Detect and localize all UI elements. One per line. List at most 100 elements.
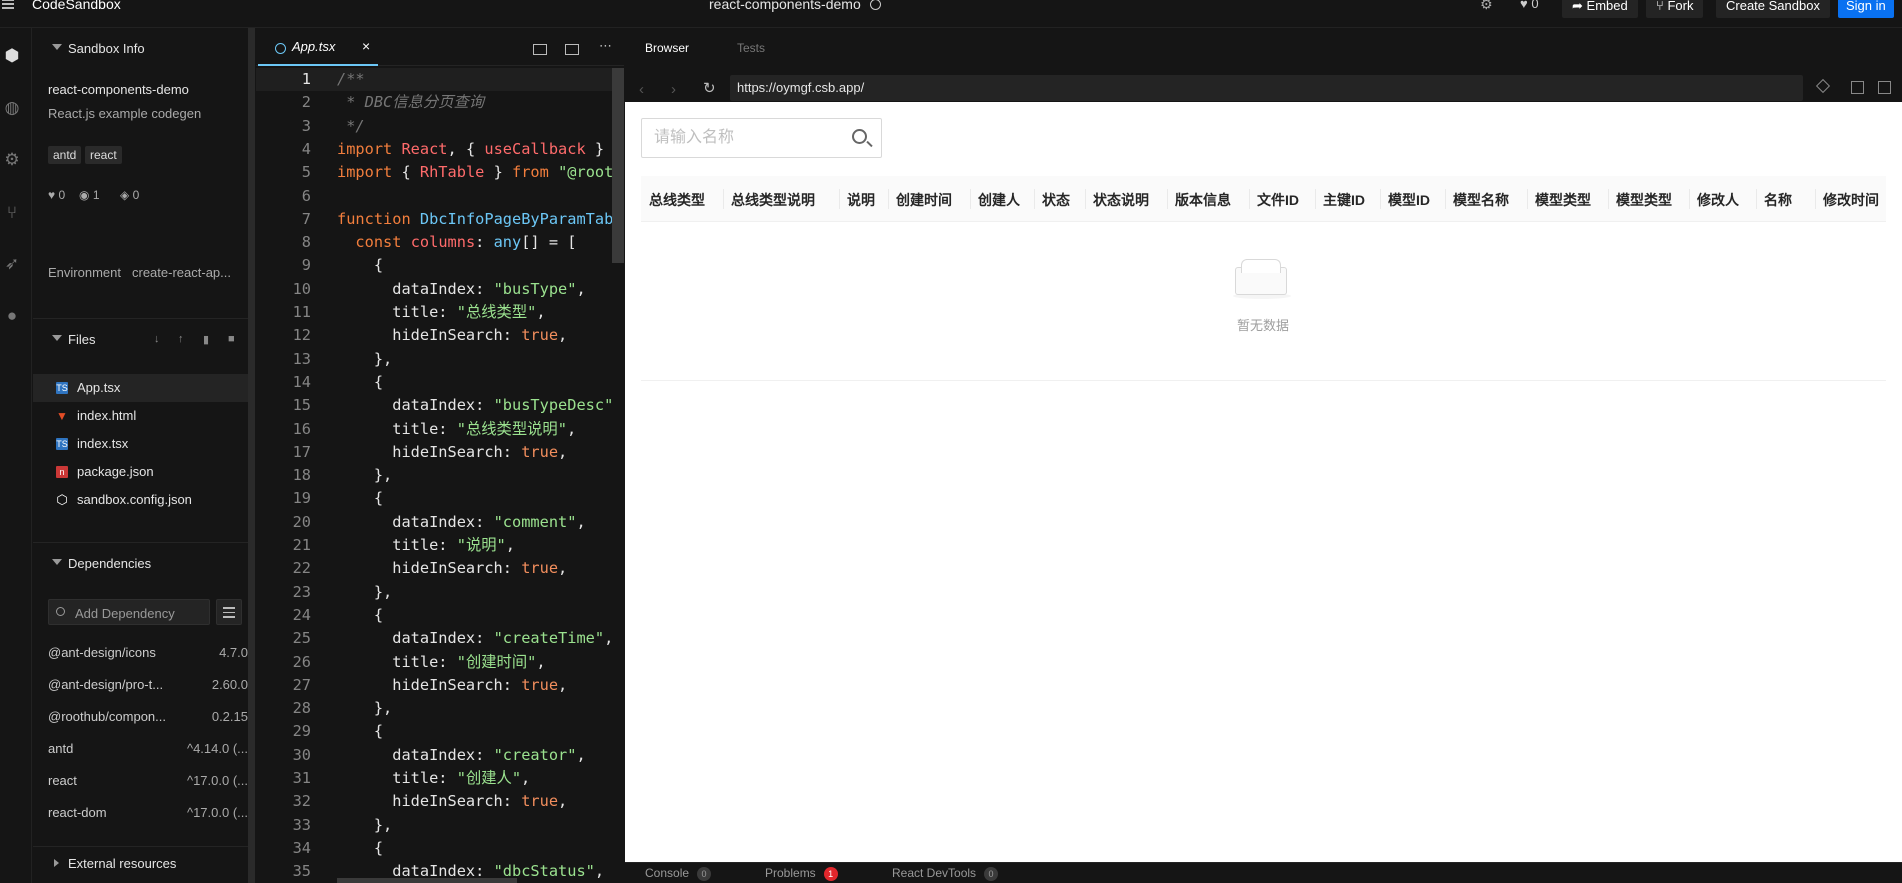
code-line[interactable]: 3 */ (256, 115, 624, 138)
file-item-app-tsx[interactable]: TS App.tsx (33, 374, 248, 402)
code-line[interactable]: 30 dataIndex: "creator", (256, 744, 624, 767)
sign-in-button[interactable]: Sign in (1838, 0, 1894, 18)
code-line[interactable]: 2 * DBC信息分页查询 (256, 91, 624, 114)
code-line[interactable]: 19 { (256, 487, 624, 510)
editor-horizontal-scrollbar[interactable] (337, 878, 517, 883)
code-line[interactable]: 24 { (256, 604, 624, 627)
sandbox-info-header[interactable]: Sandbox Info (33, 28, 248, 70)
project-title[interactable]: react-components-demo (709, 0, 861, 12)
code-line[interactable]: 11 title: "总线类型", (256, 301, 624, 324)
code-line[interactable]: 13 }, (256, 348, 624, 371)
code-line[interactable]: 6 (256, 185, 624, 208)
column-header[interactable]: 创建人 (978, 190, 1020, 210)
column-header[interactable]: 模型类型 (1535, 190, 1591, 210)
close-icon[interactable]: × (362, 38, 370, 54)
file-item-index-html[interactable]: ▼ index.html (33, 402, 248, 430)
search-field[interactable] (641, 118, 882, 158)
add-dependency-field[interactable] (48, 599, 210, 625)
code-line[interactable]: 31 title: "创建人", (256, 767, 624, 790)
column-header[interactable]: 版本信息 (1175, 190, 1231, 210)
column-header[interactable]: 说明 (847, 190, 875, 210)
embed-button[interactable]: ➦ Embed (1562, 0, 1638, 18)
tag-react[interactable]: react (85, 146, 122, 164)
code-line[interactable]: 14 { (256, 371, 624, 394)
column-header[interactable]: 总线类型 (649, 190, 705, 210)
code-line[interactable]: 18 }, (256, 464, 624, 487)
code-line[interactable]: 17 hideInSearch: true, (256, 441, 624, 464)
column-header[interactable]: 主键ID (1323, 190, 1365, 210)
tab-app-tsx[interactable]: App.tsx × (258, 28, 378, 66)
tab-browser[interactable]: Browser (645, 41, 689, 55)
search-input[interactable] (654, 128, 844, 148)
gear-icon[interactable]: ⚙ (1480, 0, 1493, 13)
column-header[interactable]: 文件ID (1257, 190, 1299, 210)
column-header[interactable]: 修改时间 (1823, 190, 1879, 210)
open-window-icon[interactable] (1878, 81, 1891, 94)
code-line[interactable]: 9 { (256, 254, 624, 277)
reload-icon[interactable]: ↻ (703, 79, 716, 97)
code-line[interactable]: 20 dataIndex: "comment", (256, 511, 624, 534)
code-line[interactable]: 29 { (256, 720, 624, 743)
app-brand[interactable]: CodeSandbox (32, 0, 121, 12)
code-line[interactable]: 33 }, (256, 814, 624, 837)
column-header[interactable]: 模型ID (1388, 190, 1430, 210)
code-line[interactable]: 1 /** (256, 68, 624, 91)
environment-value[interactable]: create-react-ap... (132, 265, 231, 280)
code-line[interactable]: 27 hideInSearch: true, (256, 674, 624, 697)
column-header[interactable]: 状态 (1042, 190, 1070, 210)
code-line[interactable]: 10 dataIndex: "busType", (256, 278, 624, 301)
menu-icon[interactable] (216, 599, 242, 625)
code-line[interactable]: 8 const columns: any[] = [ (256, 231, 624, 254)
new-folder-icon[interactable]: ■ (228, 333, 235, 345)
file-item-package-json[interactable]: n package.json (33, 458, 248, 486)
copy-icon[interactable] (1851, 81, 1864, 94)
new-file-icon[interactable]: ▮ (203, 333, 209, 346)
menu-icon[interactable] (2, 0, 14, 9)
code-line[interactable]: 23 }, (256, 581, 624, 604)
code-line[interactable]: 34 { (256, 837, 624, 860)
devtools-icon[interactable] (1815, 78, 1831, 94)
fork-button[interactable]: ⑂ Fork (1646, 0, 1704, 18)
code-line[interactable]: 26 title: "创建时间", (256, 651, 624, 674)
split-view-icon[interactable] (533, 44, 547, 55)
code-line[interactable]: 4 import React, { useCallback } (256, 138, 624, 161)
file-item-sandbox-config[interactable]: ⬡ sandbox.config.json (33, 486, 248, 514)
create-sandbox-button[interactable]: Create Sandbox (1716, 0, 1830, 18)
sandbox-name[interactable]: react-components-demo (48, 82, 189, 97)
upload-icon[interactable]: ↑ (178, 333, 184, 345)
code-line[interactable]: 21 title: "说明", (256, 534, 624, 557)
column-header[interactable]: 名称 (1764, 190, 1792, 210)
column-header[interactable]: 创建时间 (896, 190, 952, 210)
column-header[interactable]: 模型类型 (1616, 190, 1672, 210)
back-icon[interactable]: ‹ (639, 81, 644, 98)
search-icon[interactable]: ◍ (2, 98, 22, 118)
forward-icon[interactable]: › (671, 81, 676, 98)
code-line[interactable]: 15 dataIndex: "busTypeDesc" (256, 394, 624, 417)
url-bar[interactable]: https://oymgf.csb.app/ (730, 75, 1803, 101)
cube-icon[interactable]: ⬢ (2, 46, 22, 66)
tag-antd[interactable]: antd (48, 146, 82, 164)
column-header[interactable]: 总线类型说明 (731, 190, 815, 210)
gear-icon[interactable]: ⚙ (2, 150, 22, 170)
dependencies-header[interactable]: Dependencies (33, 542, 248, 584)
tab-tests[interactable]: Tests (737, 41, 765, 55)
problems-tab[interactable]: Problems 1 (765, 866, 838, 881)
code-line[interactable]: 22 hideInSearch: true, (256, 557, 624, 580)
editor-scrollbar[interactable] (612, 68, 624, 263)
code-line[interactable]: 12 hideInSearch: true, (256, 324, 624, 347)
column-header[interactable]: 修改人 (1697, 190, 1739, 210)
preview-icon[interactable] (565, 44, 579, 55)
code-line[interactable]: 25 dataIndex: "createTime", (256, 627, 624, 650)
react-devtools-tab[interactable]: React DevTools 0 (892, 866, 999, 881)
sandbox-description[interactable]: React.js example codegen (48, 106, 201, 121)
more-icon[interactable]: ⋯ (599, 38, 612, 54)
code-line[interactable]: 28 }, (256, 697, 624, 720)
download-icon[interactable]: ↓ (154, 333, 160, 345)
console-tab[interactable]: Console 0 (645, 866, 712, 881)
users-icon[interactable]: ● (2, 306, 22, 326)
column-header[interactable]: 模型名称 (1453, 190, 1509, 210)
files-header[interactable]: Files ↓ ↑ ▮ ■ (33, 318, 248, 360)
search-icon[interactable] (852, 129, 867, 144)
like-button[interactable]: ♥ 0 (1520, 0, 1539, 11)
code-line[interactable]: 32 hideInSearch: true, (256, 790, 624, 813)
